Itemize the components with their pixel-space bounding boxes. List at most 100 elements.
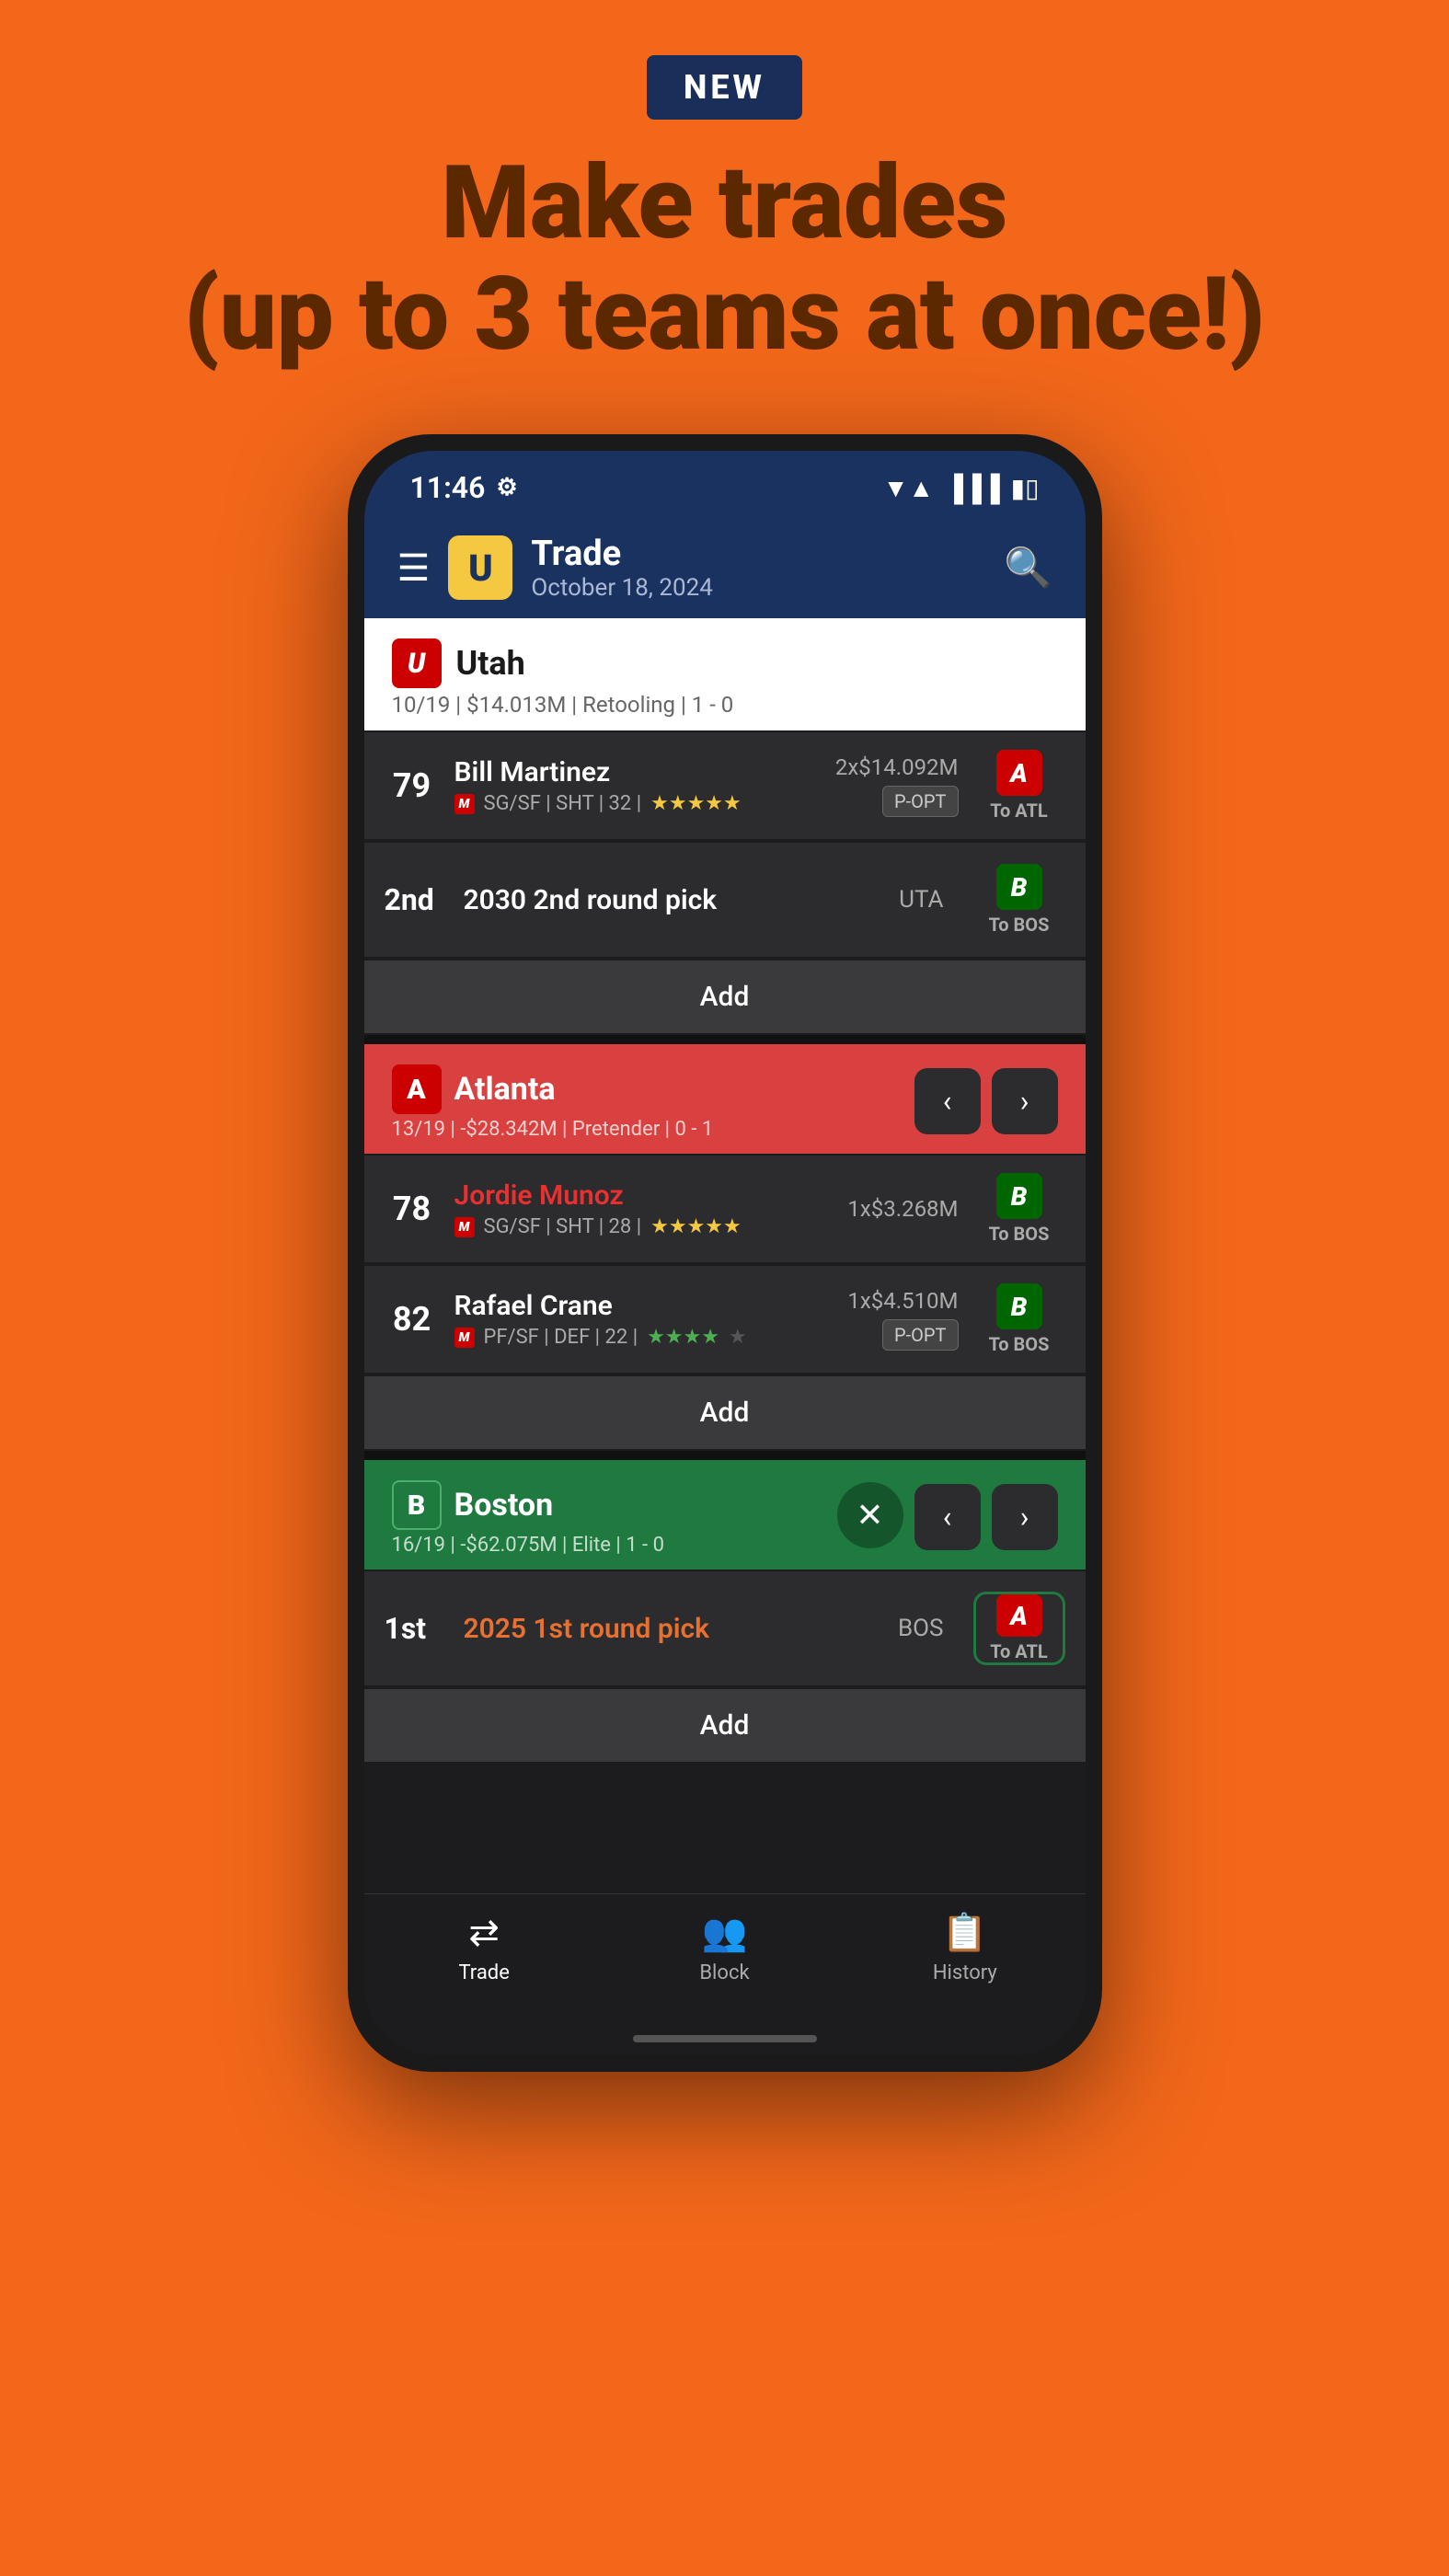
player-details: M SG/SF | SHT | 32 | ★★★★★ [454, 792, 821, 815]
home-indicator [364, 2022, 1086, 2055]
dest-logo-bos: B [996, 1173, 1042, 1219]
nav-item-history[interactable]: 📋 History [845, 1911, 1085, 1984]
content-scroll: U Utah 10/19 | $14.013M | Retooling | 1 … [364, 618, 1086, 1893]
dest-logo-atl: A [996, 1594, 1042, 1637]
promo-title: Make trades (up to 3 teams at once!) [37, 147, 1412, 370]
new-badge: NEW [647, 55, 802, 120]
header-title-block: Trade October 18, 2024 [531, 534, 985, 602]
player-contract: 2x$14.092M P-OPT [835, 754, 959, 817]
boston-team-name: Boston [454, 1487, 554, 1524]
destination-badge-atl: A To ATL [973, 749, 1065, 822]
battery-icon: ▮▯ [1011, 473, 1040, 503]
utah-team-name: Utah [456, 644, 525, 683]
atlanta-add-button[interactable]: Add [364, 1376, 1086, 1449]
atlanta-section-header: A Atlanta 13/19 | -$28.342M | Pretender … [364, 1044, 1086, 1154]
block-icon: 👥 [702, 1911, 748, 1954]
boston-add-button[interactable]: Add [364, 1689, 1086, 1762]
utah-player-row-1: 79 Bill Martinez M SG/SF | SHT | 32 | ★★… [364, 732, 1086, 839]
home-bar [633, 2035, 817, 2042]
prev-arrow-button[interactable]: ‹ [914, 1068, 981, 1134]
pick-round: 1st [385, 1611, 449, 1646]
player-stars: ★★★★★ [650, 1215, 742, 1238]
atlanta-logo: A [392, 1064, 442, 1114]
history-label: History [933, 1961, 997, 1984]
signal-icon: ▐▐▐ [945, 473, 1000, 503]
pick-team: BOS [898, 1615, 944, 1642]
player-details: M SG/SF | SHT | 28 | ★★★★★ [454, 1215, 834, 1238]
wifi-icon: ▼▲ [883, 473, 934, 503]
app-header: ☰ U Trade October 18, 2024 🔍 [364, 517, 1086, 618]
utah-pick-row: 2nd 2030 2nd round pick UTA B To BOS [364, 843, 1086, 957]
separator-1 [364, 1035, 1086, 1044]
bottom-nav: ⇄ Trade 👥 Block 📋 History [364, 1893, 1086, 2022]
boston-prev-arrow[interactable]: ‹ [914, 1484, 981, 1550]
dest-text-bos: To BOS [989, 1333, 1050, 1355]
pick-name: 2030 2nd round pick [464, 884, 885, 916]
player-info: Rafael Crane M PF/SF | DEF | 22 | ★★★★★ [454, 1290, 834, 1349]
promo-area: NEW Make trades (up to 3 teams at once!) [0, 0, 1449, 407]
atlanta-player-row-2: 82 Rafael Crane M PF/SF | DEF | 22 | ★★★… [364, 1266, 1086, 1373]
search-icon[interactable]: 🔍 [1004, 546, 1052, 591]
nav-item-block[interactable]: 👥 Block [604, 1911, 845, 1984]
history-icon: 📋 [942, 1911, 988, 1954]
player-team-logo: M [454, 1328, 475, 1348]
player-number: 79 [385, 766, 440, 805]
dest-text: To ATL [990, 799, 1047, 822]
utah-logo: U [392, 638, 442, 688]
pick-name: 2025 1st round pick [464, 1613, 883, 1645]
player-details: M PF/SF | DEF | 22 | ★★★★★ [454, 1326, 834, 1349]
utah-section-header: U Utah 10/19 | $14.013M | Retooling | 1 … [364, 618, 1086, 730]
player-contract: 1x$4.510M P-OPT [847, 1288, 958, 1351]
atlanta-player-row-1: 78 Jordie Munoz M SG/SF | SHT | 28 | ★★★… [364, 1156, 1086, 1262]
header-title: Trade [531, 534, 985, 574]
dest-logo-atl: A [996, 750, 1042, 796]
gear-icon: ⚙ [496, 474, 517, 501]
trade-label: Trade [458, 1961, 509, 1984]
dest-logo-bos: B [996, 1283, 1042, 1329]
app-logo: U [448, 535, 512, 600]
boston-next-arrow[interactable]: › [992, 1484, 1058, 1550]
player-contract: 1x$3.268M [847, 1196, 958, 1222]
destination-badge-bos: B To BOS [973, 863, 1065, 937]
atlanta-header-left: A Atlanta 13/19 | -$28.342M | Pretender … [392, 1064, 714, 1141]
player-info: Bill Martinez M SG/SF | SHT | 32 | ★★★★★ [454, 756, 821, 815]
phone-screen: 11:46 ⚙ ▼▲ ▐▐▐ ▮▯ ☰ U Trade October 18, … [364, 451, 1086, 2055]
atlanta-team-name: Atlanta [454, 1071, 556, 1108]
player-name: Rafael Crane [454, 1290, 834, 1322]
status-time: 11:46 ⚙ [410, 470, 518, 505]
boston-section-header: B Boston 16/19 | -$62.075M | Elite | 1 -… [364, 1460, 1086, 1570]
status-icons: ▼▲ ▐▐▐ ▮▯ [883, 473, 1040, 503]
player-team-logo: M [454, 1217, 475, 1237]
player-team-logo: M [454, 794, 475, 814]
boston-close-button[interactable]: ✕ [837, 1482, 903, 1548]
next-arrow-button[interactable]: › [992, 1068, 1058, 1134]
status-bar: 11:46 ⚙ ▼▲ ▐▐▐ ▮▯ [364, 451, 1086, 517]
block-label: Block [699, 1961, 749, 1984]
player-number: 82 [385, 1300, 440, 1339]
dest-text-bos: To BOS [989, 914, 1050, 936]
player-info: Jordie Munoz M SG/SF | SHT | 28 | ★★★★★ [454, 1179, 834, 1238]
player-name: Jordie Munoz [454, 1179, 834, 1212]
popt-badge: P-OPT [882, 786, 958, 817]
player-stars: ★★★★★ [650, 792, 742, 815]
destination-badge-atl-boston: A To ATL [973, 1592, 1065, 1665]
pick-team: UTA [899, 886, 943, 914]
dest-text-atl: To ATL [990, 1640, 1047, 1662]
destination-badge-bos-1: B To BOS [973, 1172, 1065, 1246]
player-stars: ★★★★ [647, 1326, 719, 1349]
utah-add-button[interactable]: Add [364, 960, 1086, 1033]
boston-team-info: 16/19 | -$62.075M | Elite | 1 - 0 [392, 1534, 664, 1557]
boston-header-left: B Boston 16/19 | -$62.075M | Elite | 1 -… [392, 1480, 664, 1557]
pick-round: 2nd [385, 882, 449, 917]
nav-item-trade[interactable]: ⇄ Trade [364, 1911, 604, 1984]
destination-badge-bos-2: B To BOS [973, 1282, 1065, 1356]
player-number: 78 [385, 1190, 440, 1228]
atlanta-nav-arrows: ‹ › [914, 1068, 1058, 1134]
dest-text-bos: To BOS [989, 1223, 1050, 1245]
dest-logo-bos: B [996, 864, 1042, 910]
trade-icon: ⇄ [468, 1911, 500, 1954]
menu-icon[interactable]: ☰ [397, 546, 431, 590]
boston-nav-arrows: ‹ › [914, 1484, 1058, 1550]
header-subtitle: October 18, 2024 [531, 574, 985, 602]
phone-shell: 11:46 ⚙ ▼▲ ▐▐▐ ▮▯ ☰ U Trade October 18, … [348, 434, 1102, 2072]
